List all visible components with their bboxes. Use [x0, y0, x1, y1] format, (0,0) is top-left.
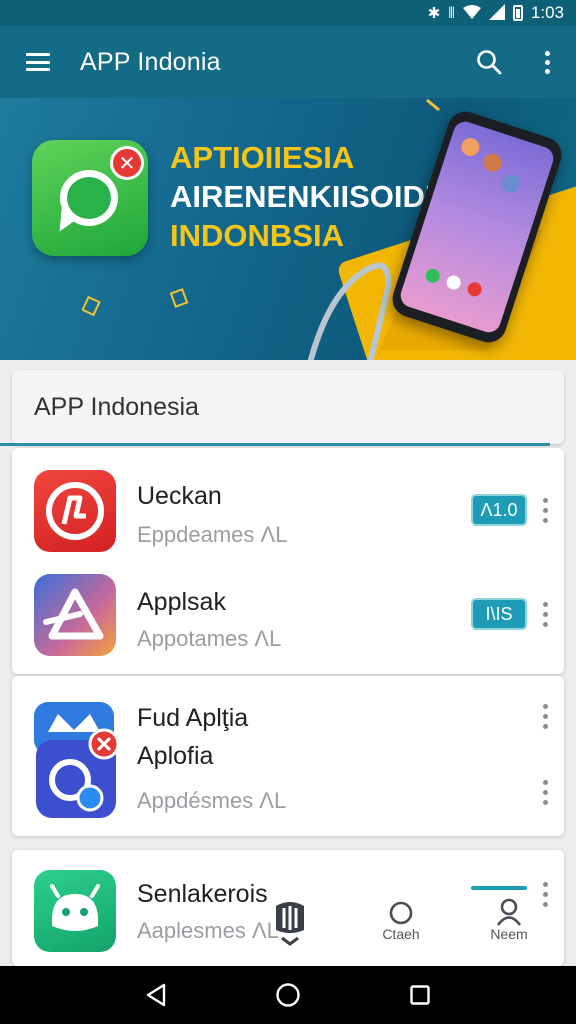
- system-nav-bar: [0, 966, 576, 1024]
- app-subtitle: Aaplesmes ΛL: [137, 918, 279, 943]
- more-vert-icon[interactable]: [538, 772, 552, 812]
- recents-icon[interactable]: [400, 975, 440, 1015]
- blue-chat-icon: [34, 702, 120, 818]
- more-vert-icon[interactable]: [538, 696, 552, 736]
- more-vert-icon[interactable]: [538, 594, 552, 634]
- app-subtitle: Appotames ΛL: [137, 626, 282, 651]
- search-icon[interactable]: [460, 26, 518, 98]
- section-title: APP Indonesia: [34, 392, 199, 421]
- chat-app-logo-icon: ✕: [32, 140, 148, 256]
- nav-item-label: Neem: [490, 926, 528, 942]
- version-badge[interactable]: Λ1.0: [471, 494, 527, 526]
- bluetooth-icon: ✱: [427, 4, 441, 22]
- app-list-card: Ueckan Eppdeames ΛL Λ1.0 Applsak Appotam…: [12, 448, 564, 674]
- wifi-icon: [462, 4, 481, 22]
- nav-item-neem[interactable]: Neem: [486, 898, 532, 942]
- status-bar: ✱ ⦀ 1:03: [0, 0, 576, 26]
- more-vert-icon[interactable]: [518, 26, 576, 98]
- section-header[interactable]: APP Indonesia: [12, 370, 564, 444]
- signal-icon: [488, 3, 505, 23]
- status-time: 1:03: [530, 3, 564, 22]
- banner-decoration: [426, 98, 440, 112]
- section-divider: [0, 443, 550, 446]
- promo-banner[interactable]: ✕ APTIOIIESIA AIRENENKIISOIDIAN INDONBSI…: [0, 98, 576, 360]
- app-subtitle: Eppdeames ΛL: [137, 522, 288, 547]
- more-vert-icon[interactable]: [538, 874, 552, 914]
- banner-decoration: [82, 296, 101, 317]
- circle-icon: [389, 901, 413, 925]
- person-icon: [496, 898, 522, 926]
- version-badge[interactable]: I\IS: [471, 598, 527, 630]
- app-title: APP Indonia: [80, 47, 221, 76]
- red-music-icon: [34, 470, 116, 552]
- app-list-item[interactable]: Ueckan Eppdeames ΛL Λ1.0: [12, 460, 564, 560]
- app-name: Applsak: [137, 588, 226, 616]
- apps-grid-icon[interactable]: [272, 900, 308, 948]
- menu-icon[interactable]: [0, 26, 76, 98]
- triangle-logo-icon: [34, 574, 116, 656]
- app-subtitle: Appdésmes ΛL: [137, 788, 287, 813]
- back-icon[interactable]: [136, 975, 176, 1015]
- vibrate-icon: ⦀: [448, 4, 455, 22]
- app-name: Ueckan: [137, 482, 222, 510]
- app-name: Senlakerois: [137, 880, 268, 908]
- banner-decoration: [170, 288, 189, 308]
- nav-item-label: Ctaeh: [382, 926, 420, 942]
- app-list-item[interactable]: Fud Aplţia Aplofia Appdésmes ΛL: [12, 690, 564, 830]
- green-android-icon: [34, 870, 116, 952]
- more-vert-icon[interactable]: [538, 490, 552, 530]
- home-icon[interactable]: [268, 975, 308, 1015]
- app-name-line-1: Fud Aplţia: [137, 704, 249, 732]
- battery-icon: [512, 5, 523, 21]
- close-icon: ✕: [110, 146, 144, 180]
- app-name-line-2: Aplofia: [137, 742, 214, 770]
- app-bar: APP Indonia: [0, 26, 576, 98]
- app-list-card: Fud Aplţia Aplofia Appdésmes ΛL: [12, 676, 564, 836]
- nav-item-ctaeh[interactable]: Ctaeh: [378, 900, 424, 942]
- app-list-item[interactable]: Applsak Appotames ΛL I\IS: [12, 564, 564, 664]
- nav-indicator: [471, 886, 527, 890]
